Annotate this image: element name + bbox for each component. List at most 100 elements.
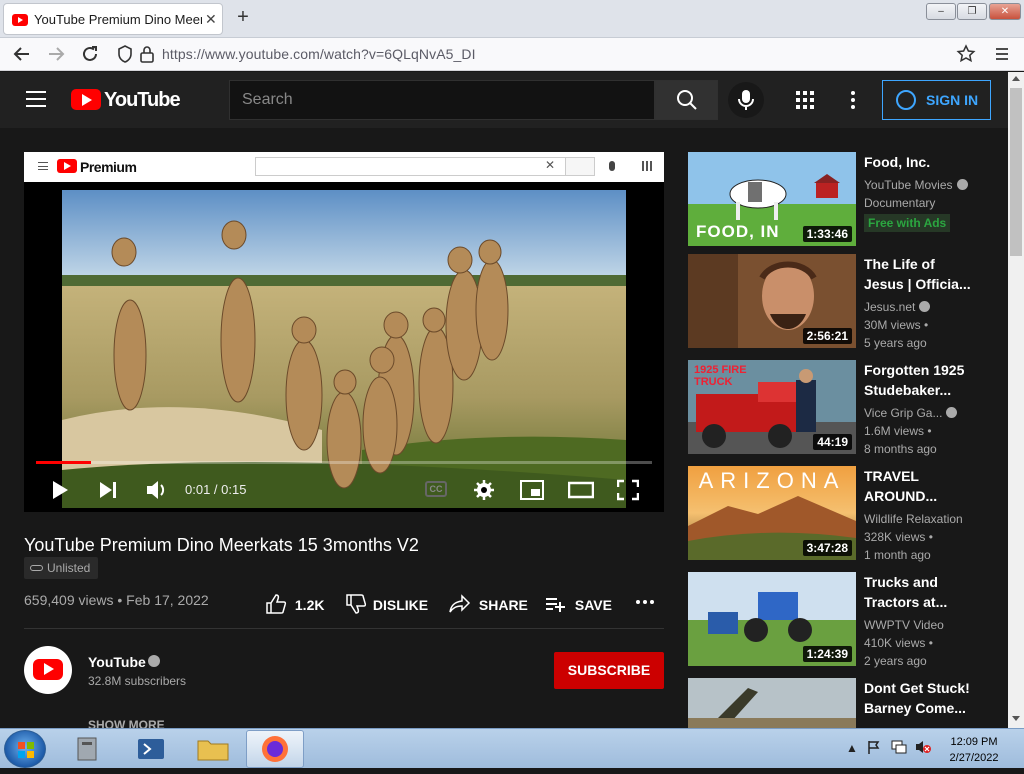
recommendation-views: 328K views • <box>864 530 933 544</box>
window-minimize-button[interactable]: – <box>926 3 956 20</box>
share-button[interactable]: SHARE <box>449 594 528 614</box>
recommendation-channel[interactable]: Vice Grip Ga... <box>864 406 958 420</box>
recommendation-channel-name: Jesus.net <box>864 300 916 314</box>
network-icon[interactable] <box>890 739 908 758</box>
thumbs-down-icon <box>346 594 367 614</box>
save-button[interactable]: SAVE <box>545 594 612 614</box>
recommendation-item[interactable]: Dont Get Stuck! Barney Come... <box>688 678 1000 728</box>
save-label: SAVE <box>574 597 612 613</box>
forward-arrow-icon[interactable] <box>45 43 67 65</box>
mute-button[interactable] <box>144 472 168 508</box>
show-hidden-icons-icon[interactable]: ▲ <box>846 741 858 755</box>
channel-name[interactable]: YouTube <box>88 654 146 670</box>
recommendation-channel[interactable]: WWPTV Video <box>864 618 944 632</box>
taskbar-server-manager[interactable] <box>60 730 118 768</box>
recommendation-channel[interactable]: YouTube Movies <box>864 178 968 192</box>
youtube-logo-icon[interactable] <box>71 89 101 110</box>
recommendation-item[interactable]: 1925 FIRE TRUCK 44:19 Forgotten 1925 Stu… <box>688 360 1000 456</box>
scroll-down-arrow-icon[interactable] <box>1012 716 1020 721</box>
search-button[interactable] <box>655 80 718 120</box>
recommendation-thumbnail[interactable]: 1925 FIRE TRUCK 44:19 <box>688 360 856 454</box>
new-tab-button[interactable]: + <box>233 6 253 29</box>
recommendation-thumbnail[interactable] <box>688 678 856 728</box>
recommendation-age: 5 years ago <box>864 336 927 350</box>
inner-search-icon <box>565 157 595 176</box>
subscribe-button[interactable]: SUBSCRIBE <box>554 652 664 689</box>
taskbar-powershell[interactable] <box>122 730 180 768</box>
video-duration: 44:19 <box>813 434 852 450</box>
system-clock[interactable]: 12:09 PM 2/27/2022 <box>940 734 1008 766</box>
recommendation-item[interactable]: ARIZONA 3:47:28 TRAVEL AROUND... Wildlif… <box>688 466 1000 562</box>
progress-bar-played[interactable] <box>36 461 92 464</box>
video-player[interactable]: Premium ✕ 0:01 / 0:15 CC <box>24 152 664 512</box>
more-actions-icon[interactable] <box>635 592 655 615</box>
inner-premium-text: Premium <box>80 159 137 175</box>
miniplayer-button[interactable] <box>520 472 544 508</box>
theater-mode-button[interactable] <box>567 472 595 508</box>
taskbar-firefox[interactable] <box>246 730 304 768</box>
recommendation-title[interactable]: Food, Inc. <box>864 152 974 172</box>
browser-tab-active[interactable]: YouTube Premium Dino Meerkats 15 3months… <box>3 3 223 35</box>
miniplayer-icon <box>520 480 544 500</box>
page-scrollbar[interactable] <box>1008 72 1024 728</box>
scrollbar-thumb[interactable] <box>1010 88 1022 256</box>
verified-check-icon <box>956 179 968 190</box>
voice-search-button[interactable] <box>728 82 764 118</box>
youtube-logo-text[interactable]: YouTube <box>104 89 181 112</box>
recommendation-channel[interactable]: Jesus.net <box>864 300 931 314</box>
recommendation-title[interactable]: Forgotten 1925 Studebaker... <box>864 360 974 400</box>
recommendation-item[interactable]: FOOD, IN 1:33:46 Food, Inc. YouTube Movi… <box>688 152 1000 248</box>
action-center-flag-icon[interactable] <box>866 739 882 758</box>
recommendation-channel-name: YouTube Movies <box>864 178 953 192</box>
sign-in-button[interactable]: SIGN IN <box>882 80 991 120</box>
subtitles-icon[interactable]: CC <box>425 481 447 497</box>
volume-muted-icon[interactable] <box>914 739 932 758</box>
windows-taskbar: ▲ 12:09 PM 2/27/2022 <box>0 728 1024 768</box>
sign-in-label: SIGN IN <box>926 92 979 108</box>
address-bar-url[interactable]: https://www.youtube.com/watch?v=6QLqNvA5… <box>162 46 476 62</box>
recommendation-thumbnail[interactable]: FOOD, IN 1:33:46 <box>688 152 856 246</box>
view-count-date: 659,409 views • Feb 17, 2022 <box>24 592 209 608</box>
scroll-up-arrow-icon[interactable] <box>1012 76 1020 81</box>
search-input[interactable]: Search <box>229 80 655 120</box>
settings-button[interactable] <box>472 472 496 508</box>
recommendation-title[interactable]: Trucks and Tractors at... <box>864 572 974 612</box>
taskbar-explorer[interactable] <box>184 730 242 768</box>
window-maximize-button[interactable]: ❐ <box>957 3 987 20</box>
thumbnail-text: FOOD, IN <box>696 222 780 241</box>
progress-bar-track[interactable] <box>36 461 652 464</box>
recommendation-channel[interactable]: Wildlife Relaxation <box>864 512 963 526</box>
shield-icon[interactable] <box>114 43 136 65</box>
recommendation-meta: Documentary <box>864 196 936 210</box>
recommendation-thumbnail[interactable]: 1:24:39 <box>688 572 856 666</box>
recommendation-title[interactable]: The Life of Jesus | Officia... <box>864 254 974 294</box>
settings-more-icon[interactable] <box>851 91 855 109</box>
apps-grid-icon[interactable] <box>796 91 814 109</box>
bookmark-star-icon[interactable] <box>955 43 977 65</box>
lock-icon[interactable] <box>136 43 158 65</box>
app-menu-icon[interactable] <box>991 43 1013 65</box>
window-close-button[interactable]: ✕ <box>989 3 1021 20</box>
tab-close-icon[interactable]: ✕ <box>205 11 217 28</box>
recommendation-item[interactable]: 1:24:39 Trucks and Tractors at... WWPTV … <box>688 572 1000 668</box>
next-button[interactable] <box>96 472 120 508</box>
show-more-link[interactable]: SHOW MORE <box>88 718 165 728</box>
recommendation-thumbnail[interactable]: ARIZONA 3:47:28 <box>688 466 856 560</box>
youtube-favicon-icon <box>12 14 28 26</box>
tab-title: YouTube Premium Dino Meerkats 15 3months… <box>34 12 202 27</box>
reload-icon[interactable] <box>79 43 101 65</box>
unlisted-badge: Unlisted <box>24 557 98 579</box>
guide-menu-icon[interactable] <box>26 91 46 107</box>
dislike-button[interactable]: DISLIKE <box>345 594 428 614</box>
play-button[interactable] <box>48 472 72 508</box>
inner-microphone-icon <box>609 161 615 171</box>
like-button[interactable]: 1.2K <box>265 594 324 614</box>
recommendation-title[interactable]: Dont Get Stuck! Barney Come... <box>864 678 974 718</box>
recommendation-title[interactable]: TRAVEL AROUND... <box>864 466 974 506</box>
back-arrow-icon[interactable] <box>11 43 33 65</box>
recommendation-thumbnail[interactable]: 2:56:21 <box>688 254 856 348</box>
fullscreen-button[interactable] <box>616 472 640 508</box>
recommendation-item[interactable]: 2:56:21 The Life of Jesus | Officia... J… <box>688 254 1000 350</box>
recommendation-age: 2 years ago <box>864 654 927 668</box>
start-button[interactable] <box>4 730 46 768</box>
